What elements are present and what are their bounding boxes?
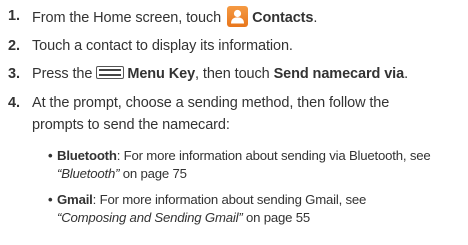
bullet-text: Bluetooth: For more information about se…: [57, 147, 431, 164]
bullet-page-ref: on page 75: [119, 166, 187, 181]
step-middle: , then touch: [195, 66, 270, 82]
step-text: From the Home screen, touch Contacts.: [32, 6, 317, 28]
step-number: 4.: [8, 95, 20, 111]
bullet-reference: “Bluetooth” on page 75: [57, 165, 187, 182]
bullet-link[interactable]: “Composing and Sending Gmail”: [57, 210, 243, 225]
bullet-symbol: •: [48, 148, 53, 163]
step-suffix: .: [313, 10, 318, 26]
step-text: Touch a contact to display its informati…: [32, 38, 293, 54]
bullet-page-ref: on page 55: [242, 210, 310, 225]
contacts-label: Contacts: [252, 10, 314, 26]
manual-page: 1. From the Home screen, touch Contacts. …: [0, 0, 468, 245]
step-number: 2.: [8, 38, 20, 54]
step-text-line-1: At the prompt, choose a sending method, …: [32, 95, 390, 111]
menu-key-label: Menu Key: [127, 66, 196, 82]
step-prefix: From the Home screen, touch: [32, 10, 222, 26]
step-number: 3.: [8, 66, 20, 82]
bullet-description: : For more information about sending Gma…: [92, 192, 367, 207]
bullet-label: Bluetooth: [57, 148, 117, 163]
bullet-link[interactable]: “Bluetooth”: [57, 166, 120, 181]
bullet-description: : For more information about sending via…: [116, 148, 431, 163]
menu-key-icon: [96, 65, 125, 79]
bullet-label: Gmail: [57, 192, 93, 207]
step-text: Press the Menu Key, then touch Send namec…: [32, 64, 408, 84]
step-text-line-2: prompts to send the namecard:: [32, 117, 230, 133]
bullet-text: Gmail: For more information about sendin…: [57, 191, 366, 208]
bullet-symbol: •: [48, 192, 53, 207]
step-prefix: Press the: [32, 66, 93, 82]
send-namecard-label: Send namecard via: [273, 66, 405, 82]
step-suffix: .: [404, 66, 408, 82]
bullet-reference: “Composing and Sending Gmail” on page 55: [57, 209, 310, 226]
step-number: 1.: [8, 8, 20, 24]
contacts-icon: [227, 6, 249, 27]
